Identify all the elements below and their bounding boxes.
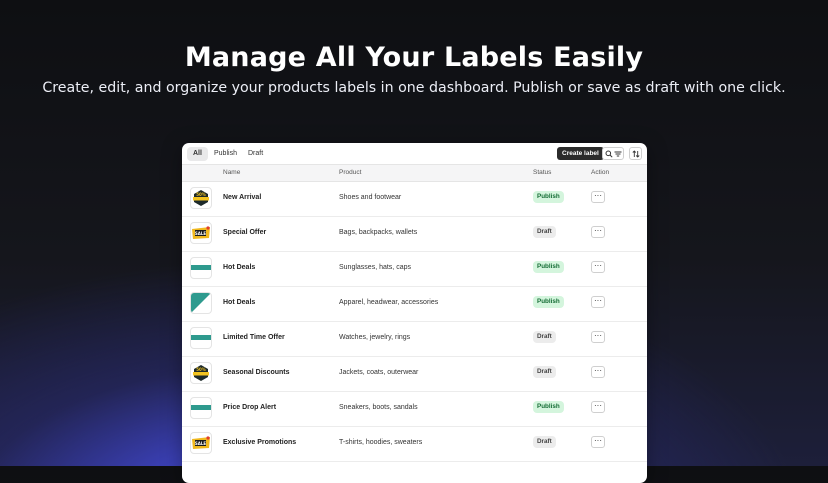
status-badge: Publish xyxy=(533,296,564,308)
status-badge: Draft xyxy=(533,331,556,343)
table-row[interactable]: 50% New Arrival Shoes and footwear Publish ·… xyxy=(182,181,647,217)
label-name: Hot Deals xyxy=(223,264,256,271)
more-actions-button[interactable]: ··· xyxy=(591,296,605,308)
more-actions-button[interactable]: ··· xyxy=(591,436,605,448)
status-badge: Draft xyxy=(533,226,556,238)
more-actions-button[interactable]: ··· xyxy=(591,261,605,273)
status-badge: Draft xyxy=(533,436,556,448)
table-header: Name Product Status Action xyxy=(182,164,647,182)
svg-text:50%: 50% xyxy=(196,367,206,372)
labels-panel: All Publish Draft Create label Name Prod… xyxy=(182,143,647,483)
label-thumbnail xyxy=(190,327,212,349)
tab-publish[interactable]: Publish xyxy=(208,147,243,161)
status-badge: Publish xyxy=(533,261,564,273)
label-thumbnail xyxy=(190,292,212,314)
label-thumbnail xyxy=(190,397,212,419)
table-row[interactable]: 50% Seasonal Discounts Jackets, coats, out… xyxy=(182,356,647,392)
svg-text:SALE: SALE xyxy=(195,231,207,236)
hero-title: Manage All Your Labels Easily xyxy=(184,42,644,73)
column-name: Name xyxy=(223,169,241,176)
label-products: Shoes and footwear xyxy=(339,194,402,201)
label-products: T-shirts, hoodies, sweaters xyxy=(339,439,423,446)
svg-text:SALE: SALE xyxy=(195,441,207,446)
label-products: Watches, jewelry, rings xyxy=(339,334,411,341)
svg-text:50%: 50% xyxy=(196,192,206,197)
more-actions-button[interactable]: ··· xyxy=(591,191,605,203)
table-row[interactable]: SALE Special Offer Bags, backpacks, wallet… xyxy=(182,216,647,252)
column-status: Status xyxy=(533,169,552,176)
table-row[interactable]: Limited Time Offer Watches, jewelry, ring… xyxy=(182,321,647,357)
label-thumbnail: SALE xyxy=(190,432,212,454)
label-name: Special Offer xyxy=(223,229,267,236)
column-action: Action xyxy=(591,169,610,176)
label-name: Price Drop Alert xyxy=(223,404,277,411)
label-name: Hot Deals xyxy=(223,299,256,306)
filter-icon xyxy=(614,151,621,156)
more-actions-button[interactable]: ··· xyxy=(591,226,605,238)
label-products: Bags, backpacks, wallets xyxy=(339,229,418,236)
status-badge: Publish xyxy=(533,401,564,413)
more-actions-button[interactable]: ··· xyxy=(591,331,605,343)
label-thumbnail xyxy=(190,257,212,279)
table-row[interactable]: SALE Exclusive Promotions T-shirts, hoodie… xyxy=(182,426,647,462)
table-row[interactable]: Price Drop Alert Sneakers, boots, sandals… xyxy=(182,391,647,427)
label-thumbnail: 50% xyxy=(190,362,212,384)
hero-subtitle: Create, edit, and organize your products… xyxy=(42,80,786,96)
more-actions-button[interactable]: ··· xyxy=(591,366,605,378)
search-filter-button[interactable] xyxy=(602,147,624,160)
label-products: Apparel, headwear, accessories xyxy=(339,299,439,306)
label-products: Sneakers, boots, sandals xyxy=(339,404,418,411)
sort-icon xyxy=(631,149,640,158)
status-badge: Draft xyxy=(533,366,556,378)
label-name: Seasonal Discounts xyxy=(223,369,290,376)
label-thumbnail: SALE xyxy=(190,222,212,244)
label-name: Limited Time Offer xyxy=(223,334,285,341)
search-icon xyxy=(605,150,613,158)
label-name: New Arrival xyxy=(223,194,262,201)
create-label-button[interactable]: Create label xyxy=(557,147,604,160)
tab-all[interactable]: All xyxy=(187,147,208,161)
table-row[interactable]: Hot Deals Sunglasses, hats, caps Publish ··… xyxy=(182,251,647,287)
table-row[interactable]: Hot Deals Apparel, headwear, accessories P… xyxy=(182,286,647,322)
label-products: Jackets, coats, outerwear xyxy=(339,369,419,376)
column-product: Product xyxy=(339,169,362,176)
label-name: Exclusive Promotions xyxy=(223,439,297,446)
sort-button[interactable] xyxy=(629,147,642,160)
more-actions-button[interactable]: ··· xyxy=(591,401,605,413)
label-thumbnail: 50% xyxy=(190,187,212,209)
tab-draft[interactable]: Draft xyxy=(242,147,269,161)
status-badge: Publish xyxy=(533,191,564,203)
label-products: Sunglasses, hats, caps xyxy=(339,264,411,271)
